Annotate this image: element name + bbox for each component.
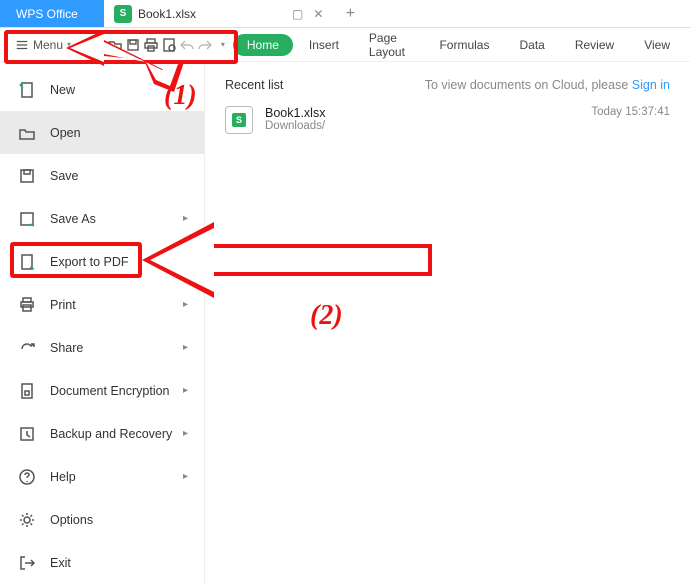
exit-icon [18,554,36,572]
new-icon [18,81,36,99]
new-tab-button[interactable]: + [333,0,367,27]
menu-share[interactable]: Share ▸ [0,326,204,369]
menu-label: Help [50,470,76,484]
menu-open[interactable]: Open [0,111,204,154]
menu-button[interactable]: Menu ▾ [6,34,80,56]
tab-filename: Book1.xlsx [138,7,196,21]
qat-print-icon[interactable] [143,33,159,57]
menu-help[interactable]: Help ▸ [0,455,204,498]
tab-detach-icon[interactable]: ▢ [292,7,303,21]
menu-label: Save As [50,212,96,226]
qat-dropdown-icon[interactable]: ▾ [221,40,225,49]
workbook-tab[interactable]: S Book1.xlsx ▢ ✕ [104,0,333,27]
file-icon: S [225,106,253,134]
save-icon [18,167,36,185]
menu-label: Menu [33,38,63,52]
chevron-right-icon: ▸ [183,428,188,439]
menu-label: Backup and Recovery [50,427,172,441]
tab-formulas[interactable]: Formulas [425,38,503,52]
menu-label: Share [50,341,83,355]
menu-label: Exit [50,556,71,570]
qat-preview-icon[interactable] [161,33,177,57]
help-icon [18,468,36,486]
menu-label: New [50,83,75,97]
chevron-right-icon: ▸ [183,385,188,396]
tab-data[interactable]: Data [505,38,558,52]
chevron-right-icon: ▸ [183,471,188,482]
menu-label: Document Encryption [50,384,170,398]
tab-insert[interactable]: Insert [295,38,353,52]
recent-panel: Recent list To view documents on Cloud, … [205,62,690,584]
recent-file-item[interactable]: S Book1.xlsx Downloads/ Today 15:37:41 [225,106,670,134]
recent-heading: Recent list [225,78,283,92]
tab-home[interactable]: Home [233,34,293,56]
menu-save[interactable]: Save [0,154,204,197]
menu-label: Save [50,169,79,183]
menu-label: Print [50,298,76,312]
qat-open-icon[interactable] [107,33,123,57]
menu-label: Open [50,126,81,140]
lock-icon [18,382,36,400]
spreadsheet-icon: S [114,5,132,23]
save-as-icon [18,210,36,228]
hamburger-icon [15,38,29,52]
menu-label: Export to PDF [50,255,129,269]
menu-export-pdf[interactable]: Export to PDF [0,240,204,283]
print-icon [18,296,36,314]
chevron-right-icon: ▸ [183,342,188,353]
recent-file-name: Book1.xlsx [265,106,579,120]
gear-icon [18,511,36,529]
app-title: WPS Office [0,0,104,27]
menu-encryption[interactable]: Document Encryption ▸ [0,369,204,412]
chevron-right-icon: ▸ [183,213,188,224]
cloud-prompt: To view documents on Cloud, please Sign … [425,78,670,92]
menu-label: Options [50,513,93,527]
share-icon [18,339,36,357]
backup-icon [18,425,36,443]
menu-new[interactable]: New [0,68,204,111]
qat-save-icon[interactable] [125,33,141,57]
tab-page-layout[interactable]: Page Layout [355,31,424,59]
tab-review[interactable]: Review [561,38,628,52]
tab-view[interactable]: View [630,38,684,52]
sign-in-link[interactable]: Sign in [632,78,670,92]
menu-options[interactable]: Options [0,498,204,541]
chevron-right-icon: ▸ [183,299,188,310]
menu-backup[interactable]: Backup and Recovery ▸ [0,412,204,455]
redo-icon[interactable] [197,33,213,57]
file-menu-sidebar: New Open Save Save As ▸ Export to PDF Pr… [0,62,205,584]
chevron-down-icon: ▾ [67,40,71,49]
tab-close-icon[interactable]: ✕ [313,7,323,21]
open-icon [18,124,36,142]
menu-save-as[interactable]: Save As ▸ [0,197,204,240]
undo-icon[interactable] [179,33,195,57]
menu-print[interactable]: Print ▸ [0,283,204,326]
recent-file-time: Today 15:37:41 [591,106,670,134]
export-pdf-icon [18,253,36,271]
menu-exit[interactable]: Exit [0,541,204,584]
qat-home-icon[interactable] [89,33,105,57]
recent-file-path: Downloads/ [265,120,579,132]
